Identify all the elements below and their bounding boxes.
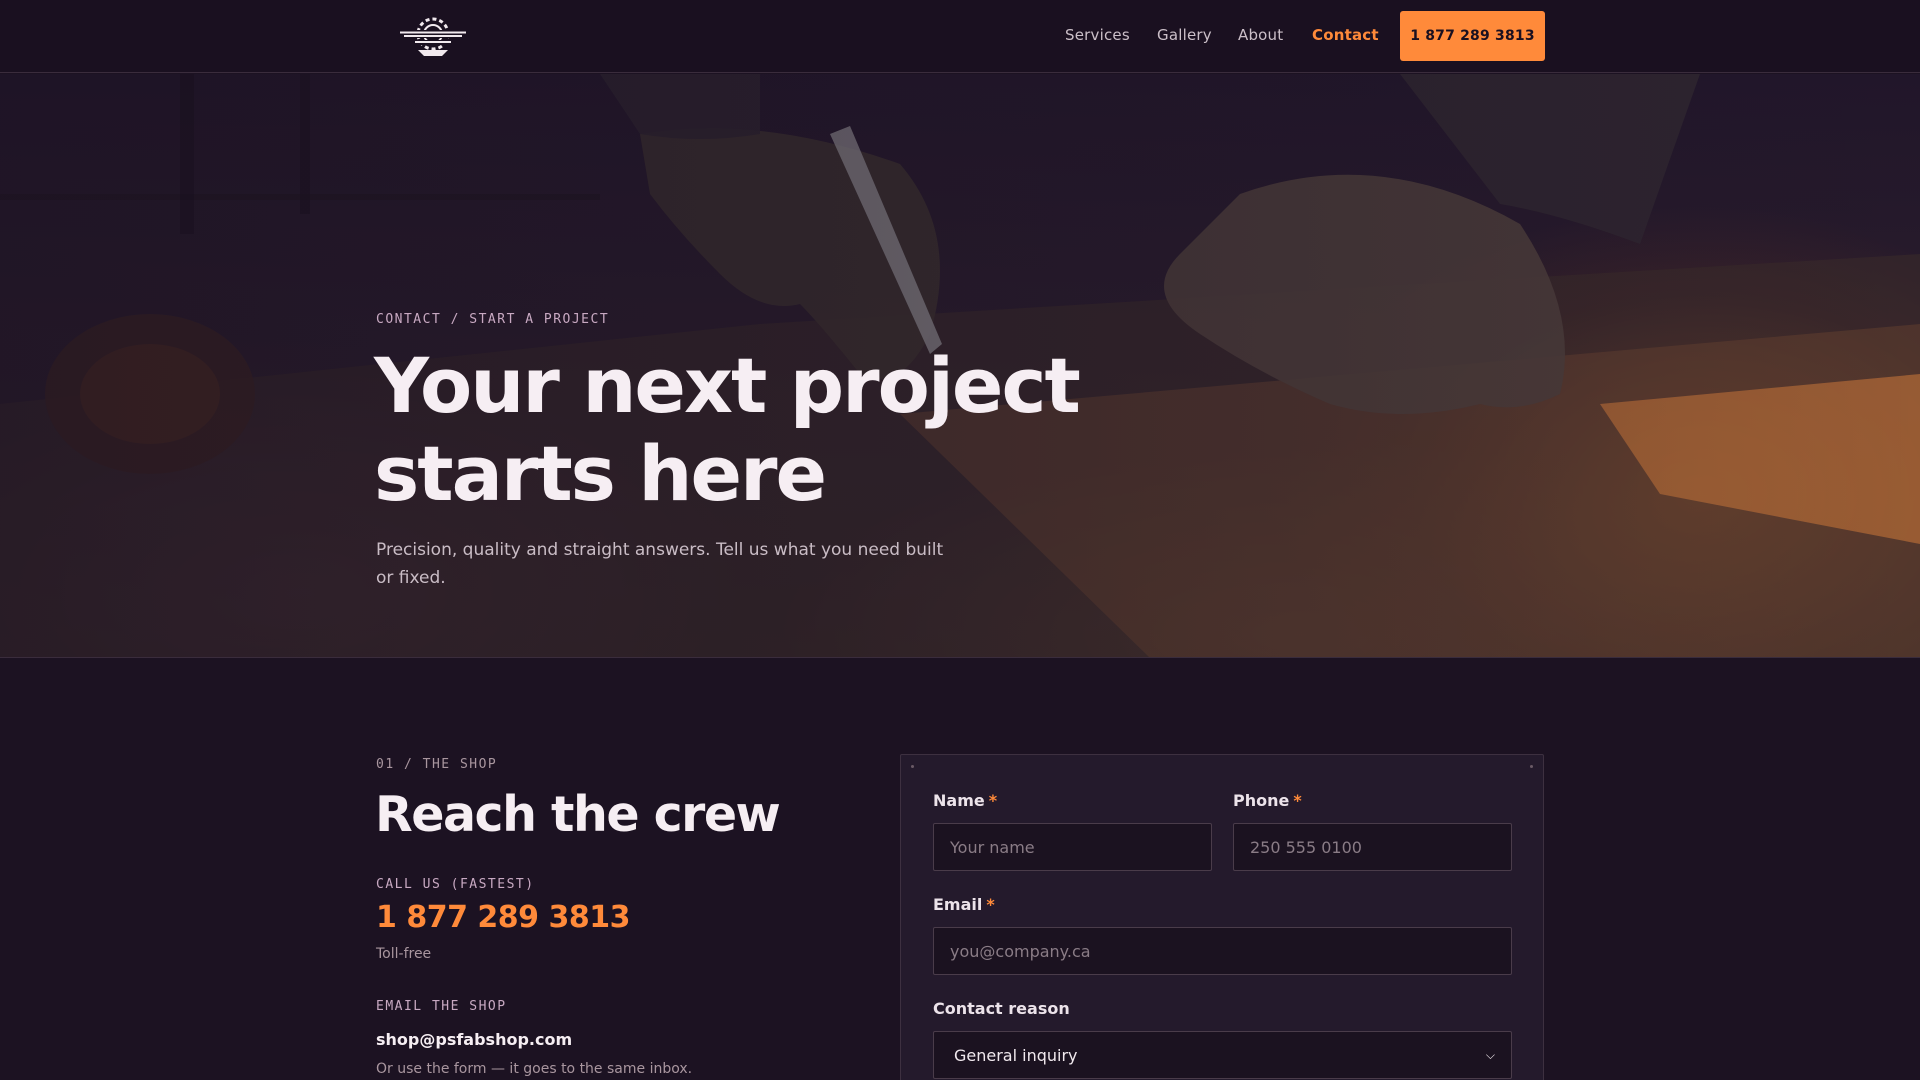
page-title-line-2: starts here bbox=[374, 429, 827, 518]
required-mark: * bbox=[986, 895, 995, 914]
corner-dot bbox=[1530, 765, 1533, 768]
name-label: Name * bbox=[933, 791, 997, 810]
call-button[interactable]: 1 877 289 3813 bbox=[1400, 11, 1545, 61]
email-label-text: Email bbox=[933, 895, 983, 914]
email-label: EMAIL THE SHOP bbox=[376, 999, 507, 1014]
nav-services[interactable]: Services bbox=[1065, 26, 1130, 44]
nav-gallery[interactable]: Gallery bbox=[1157, 26, 1212, 44]
section-label: 01 / THE SHOP bbox=[376, 757, 498, 772]
email-note: Or use the form — it goes to the same in… bbox=[376, 1061, 693, 1077]
call-label: CALL US (FASTEST) bbox=[376, 877, 535, 892]
hero-subtitle: Precision, quality and straight answers.… bbox=[376, 540, 944, 588]
corner-dot bbox=[911, 765, 914, 768]
contact-form: Name* Phone* Email* Contact reason Gener… bbox=[900, 754, 1544, 1080]
phone-field-label: Phone * bbox=[1233, 791, 1302, 810]
site-header: Services Gallery About Contact 1 877 289… bbox=[0, 0, 1920, 73]
page-title: Your next project starts here bbox=[374, 342, 1174, 518]
nav-about[interactable]: About bbox=[1238, 26, 1283, 44]
email-field-label: Email * bbox=[933, 895, 995, 914]
chevron-down-icon: ⌵ bbox=[1485, 1047, 1495, 1062]
phone-note: Toll-free bbox=[376, 946, 432, 962]
hero-section: CONTACT / START A PROJECT Your next proj… bbox=[0, 74, 1920, 658]
contact-reason-value: General inquiry bbox=[954, 1045, 1078, 1065]
required-mark: * bbox=[988, 791, 998, 810]
phone-link[interactable]: 1 877 289 3813 bbox=[376, 900, 630, 935]
required-mark: * bbox=[1293, 791, 1302, 810]
nav-contact[interactable]: Contact bbox=[1312, 26, 1379, 44]
breadcrumb: CONTACT / START A PROJECT bbox=[376, 312, 610, 327]
name-input[interactable] bbox=[933, 823, 1212, 871]
reason-label: Contact reason bbox=[933, 999, 1070, 1018]
page-title-line-1: Your next project bbox=[374, 341, 1081, 430]
email-input[interactable] bbox=[933, 927, 1512, 975]
phone-input[interactable] bbox=[1233, 823, 1512, 871]
section-title: Reach the crew bbox=[375, 786, 781, 843]
contact-reason-select[interactable]: General inquiry ⌵ bbox=[933, 1031, 1512, 1079]
logo[interactable] bbox=[398, 14, 468, 60]
email-link[interactable]: shop@psfabshop.com bbox=[376, 1030, 572, 1049]
name-label-text: Name bbox=[933, 791, 985, 810]
phone-label-text: Phone bbox=[1233, 791, 1290, 810]
